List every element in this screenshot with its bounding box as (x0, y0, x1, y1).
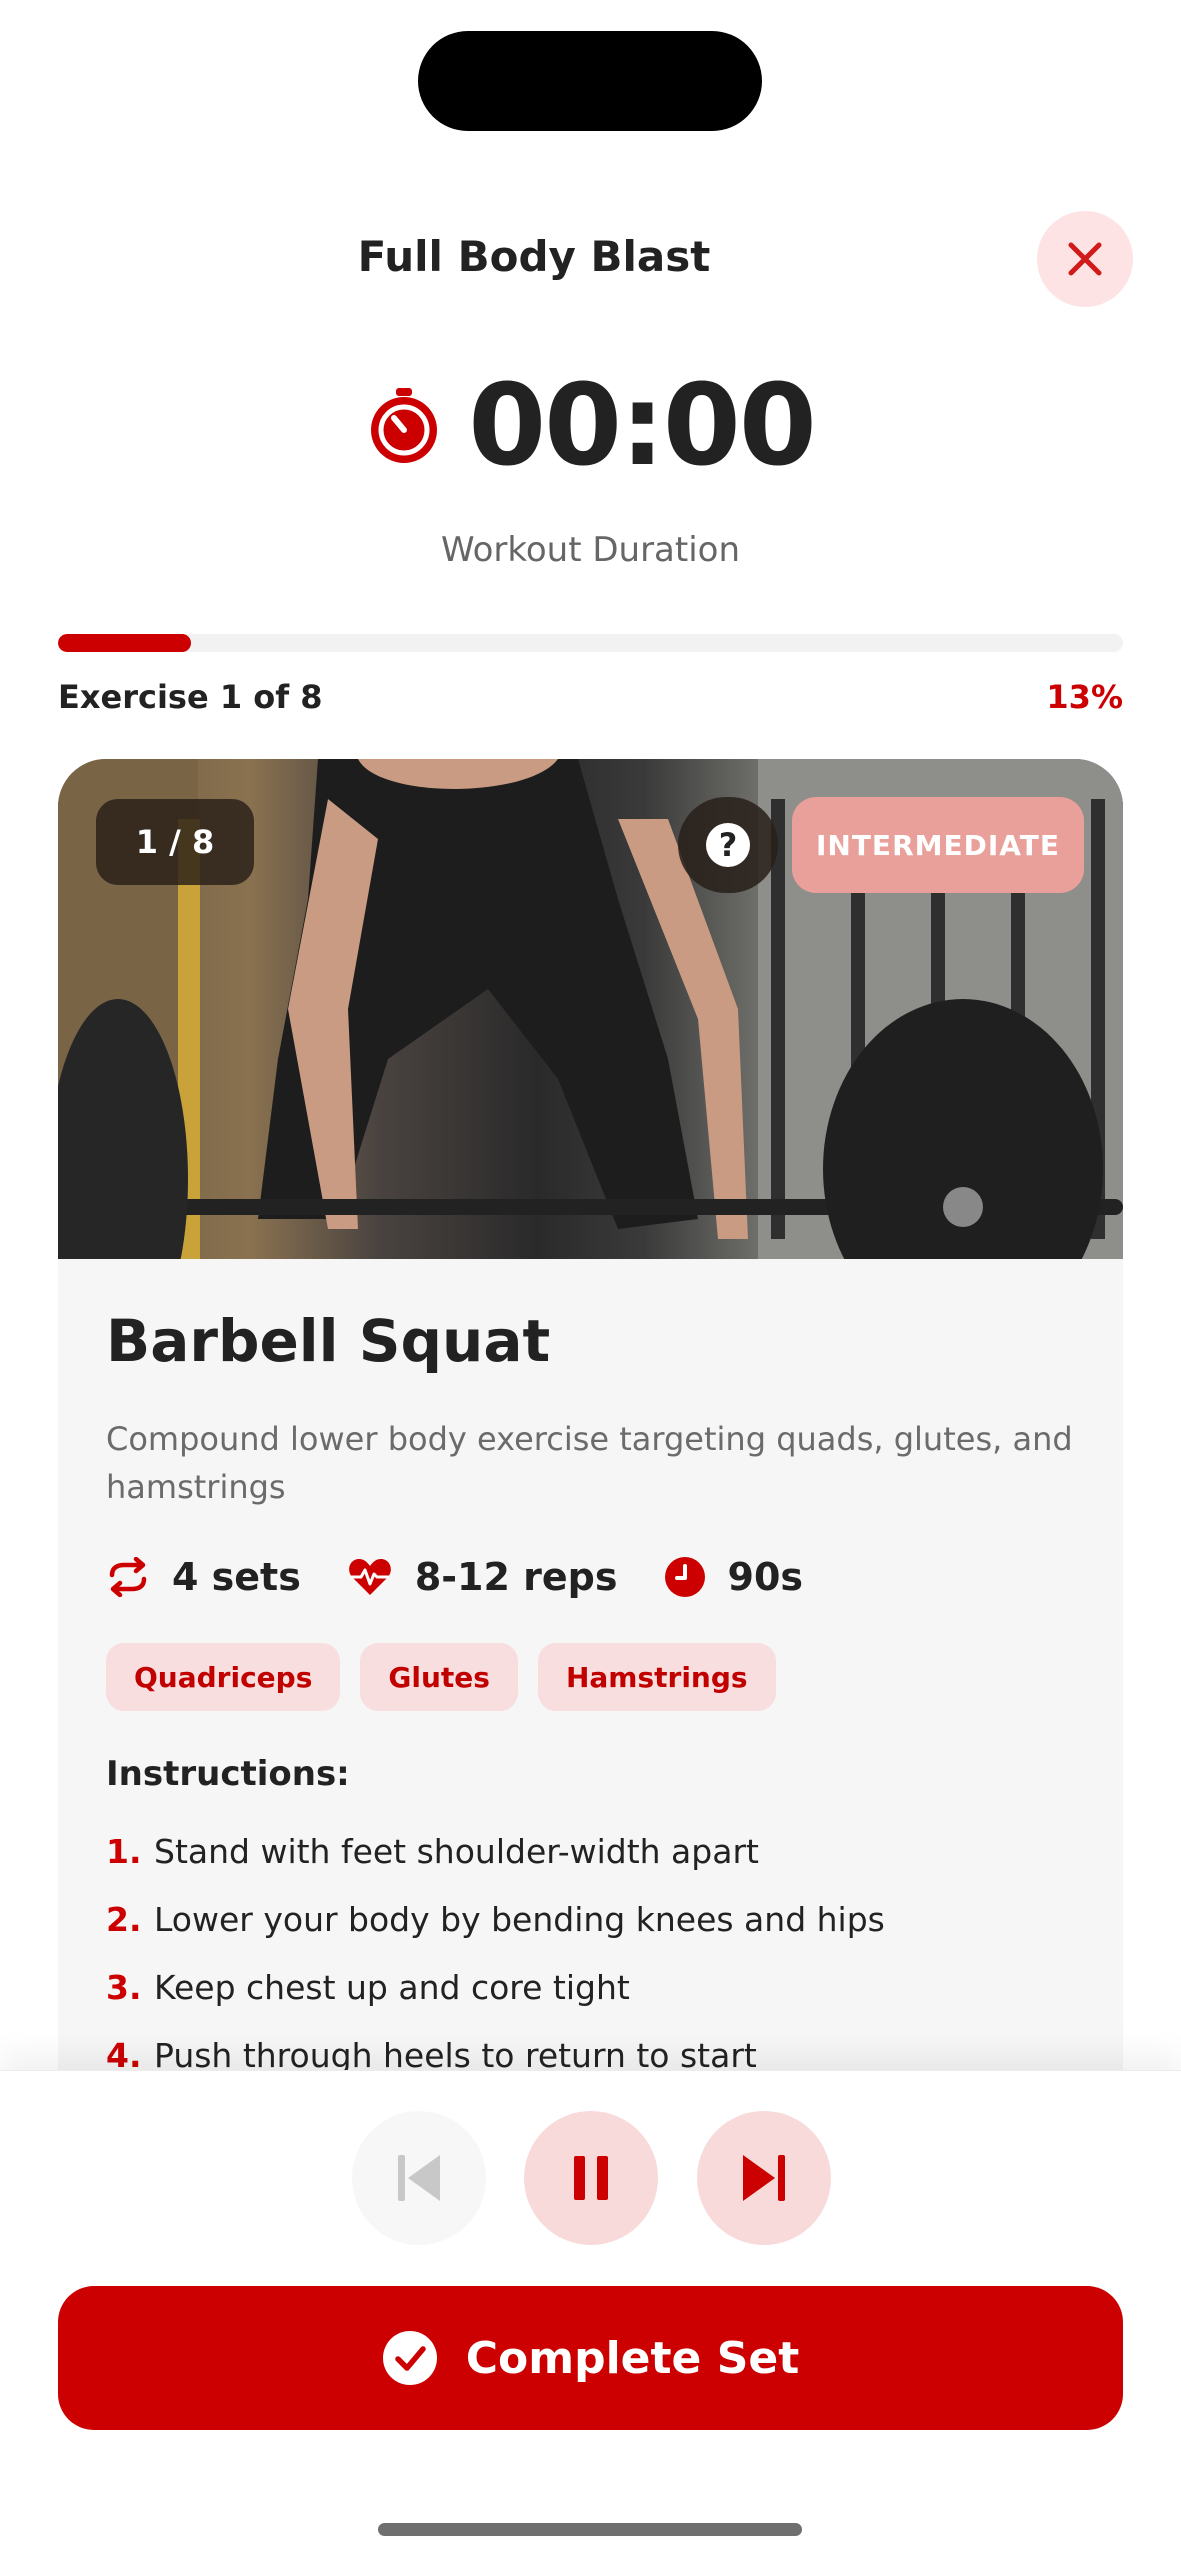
instruction-step: 3. Keep chest up and core tight (106, 1953, 885, 2021)
muscle-tag: Hamstrings (537, 1643, 776, 1711)
instructions-heading: Instructions: (106, 1754, 350, 1794)
exercise-photo: 1 / 8 ? INTERMEDIATE (58, 759, 1123, 1259)
stat-sets: 4 sets (106, 1555, 301, 1599)
muscle-tag: Quadriceps (106, 1643, 341, 1711)
progress-fill (58, 634, 192, 652)
stat-reps: 8-12 reps (347, 1555, 618, 1599)
step-text: Stand with feet shoulder-width apart (154, 1831, 759, 1871)
step-number: 4. (106, 2035, 142, 2075)
skip-previous-icon (398, 2155, 440, 2201)
page-title: Full Body Blast (357, 232, 711, 281)
help-button[interactable]: ? (678, 797, 778, 893)
instructions-list: 1. Stand with feet shoulder-width apart … (106, 1817, 885, 2079)
check-circle-icon (382, 2331, 437, 2385)
step-number: 2. (106, 1899, 142, 1939)
pause-icon (574, 2156, 608, 2200)
step-text: Lower your body by bending knees and hip… (154, 1899, 885, 1939)
reps-value: 8-12 reps (414, 1555, 618, 1599)
stat-rest: 90s (664, 1555, 804, 1599)
exercise-card: 1 / 8 ? INTERMEDIATE Barbell Squat Compo… (58, 759, 1123, 2079)
step-number: 3. (106, 1967, 142, 2007)
step-text: Push through heels to return to start (154, 2035, 757, 2075)
pause-button[interactable] (524, 2111, 658, 2245)
complete-set-label: Complete Set (465, 2332, 800, 2384)
progress-percent: 13% (1046, 678, 1123, 716)
muscle-tags: Quadriceps Glutes Hamstrings (106, 1643, 776, 1711)
heartbeat-icon (348, 1559, 391, 1595)
exercise-description: Compound lower body exercise targeting q… (106, 1420, 1073, 1506)
progress-bar (58, 634, 1123, 652)
timer-value: 00:00 (468, 361, 817, 491)
instruction-step: 2. Lower your body by bending knees and … (106, 1885, 885, 1953)
rest-value: 90s (727, 1555, 804, 1599)
workout-timer: 00:00 (0, 370, 1181, 482)
exercise-name: Barbell Squat (106, 1307, 551, 1375)
help-icon: ? (706, 823, 750, 867)
stopwatch-icon (371, 388, 438, 463)
skip-next-icon (743, 2155, 785, 2201)
timer-caption: Workout Duration (440, 530, 741, 570)
close-icon (1068, 242, 1102, 276)
close-button[interactable] (1037, 211, 1133, 307)
exercise-counter: 1 / 8 (96, 799, 254, 885)
workout-controls: Complete Set (0, 2070, 1181, 2560)
dynamic-island (418, 31, 762, 131)
progress-label: Exercise 1 of 8 (58, 678, 323, 716)
step-number: 1. (106, 1831, 142, 1871)
sets-value: 4 sets (172, 1555, 301, 1599)
complete-set-button[interactable]: Complete Set (58, 2286, 1123, 2430)
clock-icon (664, 1557, 705, 1597)
next-exercise-button[interactable] (697, 2111, 831, 2245)
previous-exercise-button[interactable] (352, 2111, 486, 2245)
repeat-icon (109, 1557, 147, 1597)
difficulty-badge: INTERMEDIATE (792, 797, 1084, 893)
muscle-tag: Glutes (360, 1643, 518, 1711)
exercise-stats: 4 sets 8-12 reps 90s (106, 1555, 849, 1599)
home-indicator[interactable] (378, 2523, 802, 2536)
instruction-step: 1. Stand with feet shoulder-width apart (106, 1817, 885, 1885)
step-text: Keep chest up and core tight (154, 1967, 630, 2007)
